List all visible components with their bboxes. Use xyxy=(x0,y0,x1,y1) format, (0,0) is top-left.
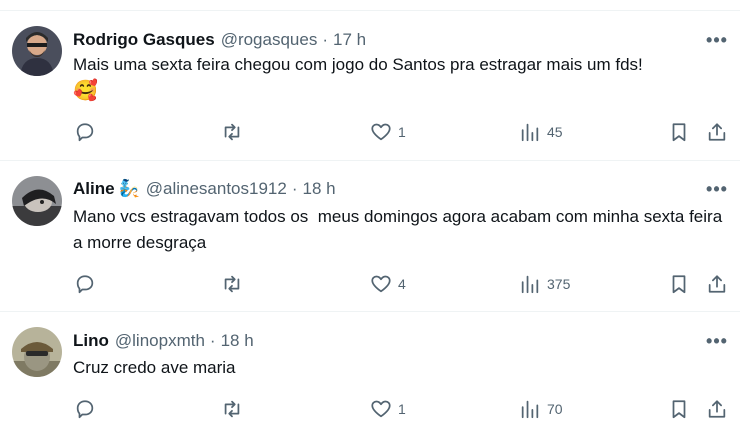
views-count: 375 xyxy=(547,276,571,292)
timestamp[interactable]: 18 h xyxy=(221,331,254,351)
share-button[interactable] xyxy=(706,395,728,423)
like-button[interactable]: 1 xyxy=(370,395,406,423)
retweet-button[interactable] xyxy=(221,118,249,146)
like-button[interactable]: 4 xyxy=(370,270,406,298)
views-button[interactable]: 45 xyxy=(519,118,563,146)
share-icon xyxy=(708,400,726,418)
retweet-icon xyxy=(224,123,240,141)
more-options-icon[interactable]: ••• xyxy=(700,28,734,52)
timestamp[interactable]: 17 h xyxy=(333,30,366,50)
previous-tweet-divider xyxy=(0,0,740,11)
avatar-image xyxy=(12,26,62,76)
display-name[interactable]: Aline xyxy=(73,179,115,199)
reply-button[interactable] xyxy=(74,118,102,146)
display-name[interactable]: Rodrigo Gasques xyxy=(73,30,215,50)
tweet-header: Rodrigo Gasques @rogasques · 17 h xyxy=(73,28,366,52)
share-icon xyxy=(708,275,726,293)
avatar[interactable] xyxy=(12,176,62,226)
bookmark-icon xyxy=(672,275,686,294)
avatar-image xyxy=(12,327,62,377)
more-options-icon[interactable]: ••• xyxy=(700,329,734,353)
separator: · xyxy=(322,30,329,49)
views-icon xyxy=(521,275,539,294)
display-name[interactable]: Lino xyxy=(73,331,109,351)
reply-button[interactable] xyxy=(74,395,102,423)
like-count: 1 xyxy=(398,401,406,417)
tweet-header: Aline 🧞 @alinesantos1912 · 18 h xyxy=(73,177,336,201)
views-button[interactable]: 375 xyxy=(519,270,570,298)
tweet[interactable]: Rodrigo Gasques @rogasques · 17 h ••• Ma… xyxy=(0,11,740,161)
views-icon xyxy=(521,400,539,419)
tweet[interactable]: Aline 🧞 @alinesantos1912 · 18 h ••• Mano… xyxy=(0,161,740,312)
share-button[interactable] xyxy=(706,118,728,146)
retweet-button[interactable] xyxy=(221,270,249,298)
tweet-header: Lino @linopxmth · 18 h xyxy=(73,329,254,353)
reply-icon xyxy=(76,123,94,142)
more-options-icon[interactable]: ••• xyxy=(700,177,734,201)
tweet-text-body: Mais uma sexta feira chegou com jogo do … xyxy=(73,55,643,74)
separator: · xyxy=(291,179,298,198)
tweet-actions: 1 45 xyxy=(0,118,740,146)
like-count: 1 xyxy=(398,124,406,140)
like-button[interactable]: 1 xyxy=(370,118,406,146)
tweet-actions: 1 70 xyxy=(0,395,740,423)
name-emoji: 🧞 xyxy=(118,179,140,198)
separator: · xyxy=(209,331,216,350)
reply-icon xyxy=(76,400,94,419)
tweet-emoji: 🥰 xyxy=(73,80,98,102)
retweet-icon xyxy=(224,275,240,293)
share-icon xyxy=(708,123,726,141)
views-button[interactable]: 70 xyxy=(519,395,563,423)
like-count: 4 xyxy=(398,276,406,292)
views-count: 70 xyxy=(547,401,563,417)
views-count: 45 xyxy=(547,124,563,140)
timestamp[interactable]: 18 h xyxy=(303,179,336,199)
tweet-text: Mano vcs estragavam todos os meus doming… xyxy=(73,207,727,252)
reply-button[interactable] xyxy=(74,270,102,298)
bookmark-icon xyxy=(672,400,686,419)
bookmark-button[interactable] xyxy=(668,118,690,146)
reply-icon xyxy=(76,275,94,294)
user-handle[interactable]: @linopxmth xyxy=(115,331,205,351)
share-button[interactable] xyxy=(706,270,728,298)
views-icon xyxy=(521,123,539,142)
bookmark-button[interactable] xyxy=(668,395,690,423)
bookmark-icon xyxy=(672,123,686,142)
like-icon xyxy=(371,123,391,141)
avatar[interactable] xyxy=(12,327,62,377)
tweet-actions: 4 375 xyxy=(0,270,740,298)
tweet-text: Mais uma sexta feira chegou com jogo do … xyxy=(73,52,723,105)
avatar[interactable] xyxy=(12,26,62,76)
tweet-text: Cruz credo ave maria xyxy=(73,358,236,377)
retweet-icon xyxy=(224,400,240,418)
avatar-image xyxy=(12,176,62,226)
retweet-button[interactable] xyxy=(221,395,249,423)
like-icon xyxy=(371,275,391,293)
user-handle[interactable]: @rogasques xyxy=(221,30,318,50)
like-icon xyxy=(371,400,391,418)
tweet[interactable]: Lino @linopxmth · 18 h ••• Cruz credo av… xyxy=(0,312,740,419)
user-handle[interactable]: @alinesantos1912 xyxy=(146,179,287,199)
bookmark-button[interactable] xyxy=(668,270,690,298)
